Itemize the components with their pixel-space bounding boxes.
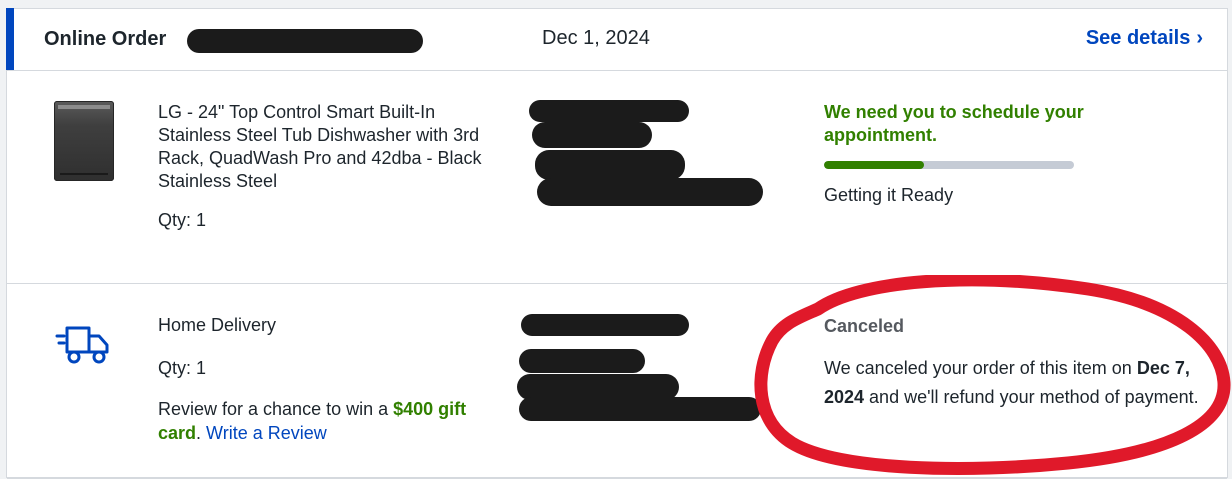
cancellation-message: We canceled your order of this item on D… [824,354,1204,412]
review-prefix: Review for a chance to win a [158,399,394,419]
review-suffix: . [196,423,207,443]
delivery-method: Home Delivery [158,315,277,335]
accent-bar [6,8,14,70]
canceled-status: Canceled [824,316,905,336]
control-panel-detail [58,105,110,109]
redaction-scribble [519,397,761,421]
write-review-link[interactable]: Write a Review [206,423,327,443]
see-details-label: See details [1085,27,1191,49]
delivery-row: Home Delivery Qty: 1 Review for a chance… [7,284,1227,479]
progress-bar [824,161,1074,169]
see-details-link[interactable]: See details › [1086,27,1203,50]
order-date: Dec 1, 2024 [542,27,650,49]
redaction-scribble [529,100,689,122]
progress-fill [824,161,924,169]
delivery-qty: Qty: 1 [158,358,207,378]
review-promo: Review for a chance to win a $400 gift c… [158,397,488,445]
chevron-right-icon: › [1196,27,1203,49]
item-qty: Qty: 1 [158,210,207,230]
message-prefix: We canceled your order of this item on [824,358,1137,378]
product-name[interactable]: LG - 24" Top Control Smart Built-In Stai… [158,101,498,193]
schedule-status: We need you to schedule your appointment… [824,102,1084,145]
order-card: Online Order Dec 1, 2024 See details › LG… [6,8,1228,479]
redaction-scribble [535,150,685,180]
order-header: Online Order Dec 1, 2024 See details › [6,8,1227,71]
item-row: LG - 24" Top Control Smart Built-In Stai… [7,70,1227,284]
order-title: Online Order [44,28,167,50]
redaction-scribble [519,349,645,373]
truck-icon [55,326,109,364]
handle-detail [60,173,108,175]
redaction-scribble [532,122,652,148]
redaction-scribble [521,314,689,336]
message-suffix: and we'll refund your method of payment. [864,387,1199,407]
progress-label: Getting it Ready [824,185,954,205]
redaction-scribble [187,29,423,53]
dishwasher-image[interactable] [54,101,114,181]
redaction-scribble [537,178,763,206]
